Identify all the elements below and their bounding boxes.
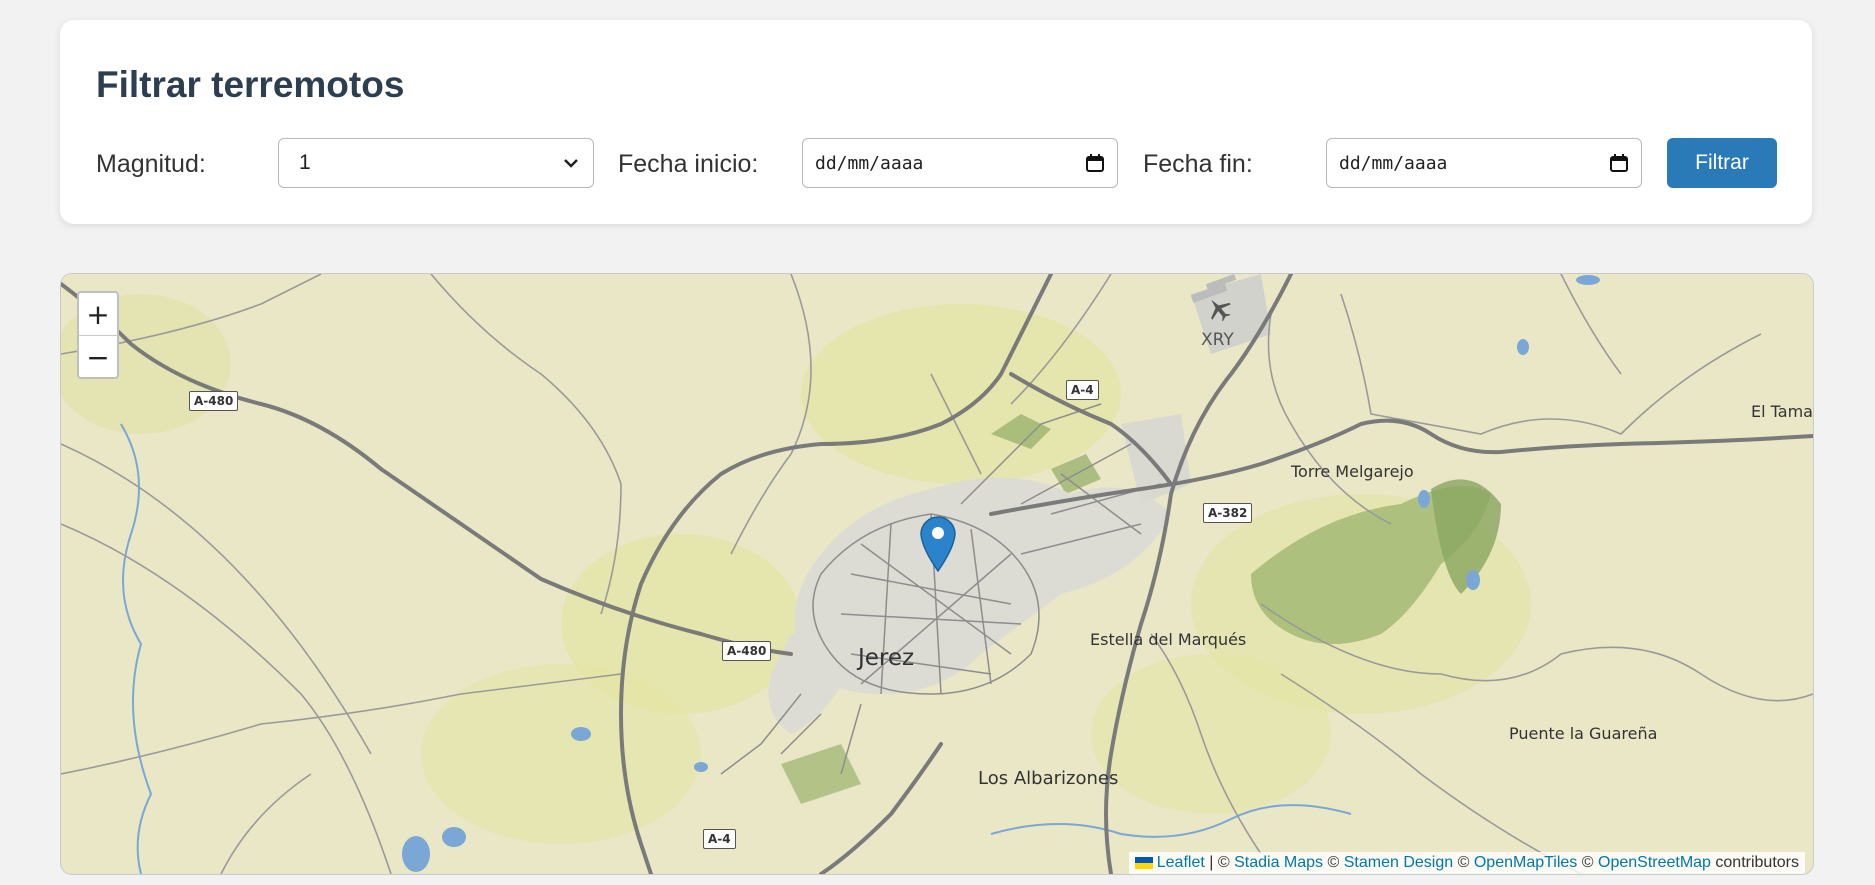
page-title: Filtrar terremotos bbox=[96, 64, 405, 105]
place-label-jerez: Jerez bbox=[858, 645, 915, 671]
chevron-down-icon bbox=[564, 159, 578, 168]
end-date-input[interactable]: dd/mm/aaaa bbox=[1326, 138, 1642, 188]
attribution-contributors: contributors bbox=[1715, 854, 1799, 871]
copyright-symbol: © bbox=[1217, 854, 1230, 871]
openmaptiles-link[interactable]: OpenMapTiles bbox=[1474, 854, 1577, 871]
road-shield: A-480 bbox=[722, 641, 772, 661]
start-date-input[interactable]: dd/mm/aaaa bbox=[802, 138, 1118, 188]
place-label-tamar: El Tamar bbox=[1751, 402, 1814, 421]
road-shield: A-4 bbox=[703, 829, 736, 849]
place-label-albarizones: Los Albarizones bbox=[978, 768, 1119, 789]
map-attribution: Leaflet | © Stadia Maps © Stamen Design … bbox=[1128, 852, 1805, 874]
map-tiles[interactable] bbox=[61, 274, 1813, 874]
zoom-in-button[interactable]: + bbox=[79, 293, 117, 336]
magnitude-value: 1 bbox=[299, 151, 311, 174]
road-shield: A-480 bbox=[189, 391, 239, 411]
leaflet-link[interactable]: Leaflet bbox=[1157, 854, 1205, 871]
zoom-out-button[interactable]: − bbox=[79, 336, 117, 378]
osm-link[interactable]: OpenStreetMap bbox=[1598, 854, 1711, 871]
zoom-control: + − bbox=[77, 291, 119, 379]
filter-button[interactable]: Filtrar bbox=[1667, 138, 1777, 188]
end-date-placeholder: dd/mm/aaaa bbox=[1339, 152, 1448, 174]
copyright-symbol: © bbox=[1457, 854, 1470, 871]
stadia-link[interactable]: Stadia Maps bbox=[1234, 854, 1323, 871]
place-label-puente: Puente la Guareña bbox=[1509, 724, 1658, 743]
attribution-separator: | bbox=[1209, 854, 1214, 871]
place-label-torre: Torre Melgarejo bbox=[1291, 462, 1414, 481]
place-label-estella: Estella del Marqués bbox=[1090, 630, 1247, 649]
map-pin-icon[interactable] bbox=[918, 514, 958, 572]
calendar-icon[interactable] bbox=[1609, 153, 1629, 173]
airplane-icon bbox=[1211, 299, 1231, 322]
road-shield: A-4 bbox=[1066, 380, 1099, 400]
copyright-symbol: © bbox=[1327, 854, 1340, 871]
magnitude-label: Magnitud: bbox=[96, 150, 206, 178]
end-date-label: Fecha fin: bbox=[1143, 150, 1253, 178]
calendar-icon[interactable] bbox=[1085, 153, 1105, 173]
start-date-placeholder: dd/mm/aaaa bbox=[815, 152, 924, 174]
magnitude-select[interactable]: 1 bbox=[278, 138, 594, 188]
filter-panel: Filtrar terremotos Magnitud: 1 Fecha ini… bbox=[60, 20, 1812, 224]
place-label-airport: XRY bbox=[1201, 330, 1234, 350]
copyright-symbol: © bbox=[1581, 854, 1594, 871]
start-date-label: Fecha inicio: bbox=[618, 150, 759, 178]
map-view[interactable]: XRY Jerez Estella del Marqués Los Albari… bbox=[60, 273, 1814, 875]
stamen-link[interactable]: Stamen Design bbox=[1344, 854, 1453, 871]
road-shield: A-382 bbox=[1203, 503, 1253, 523]
ukraine-flag-icon bbox=[1134, 856, 1153, 869]
